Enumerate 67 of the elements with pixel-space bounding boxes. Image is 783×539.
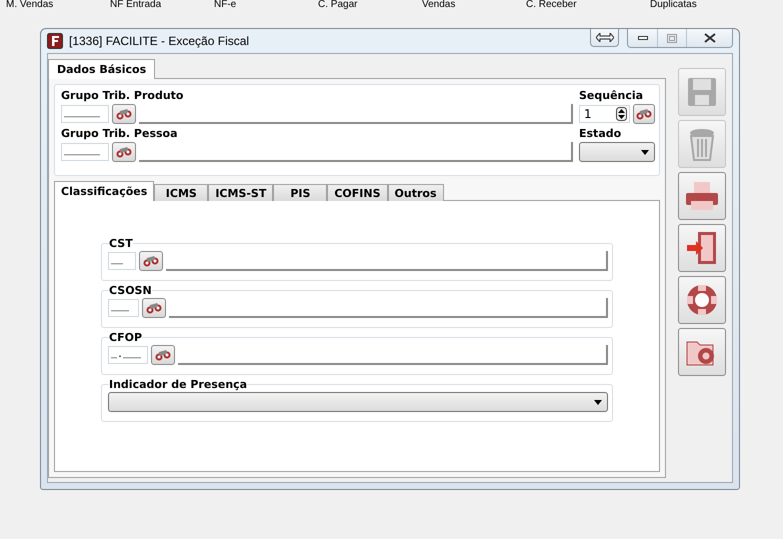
minimize-button[interactable] [628,29,657,47]
tab[interactable]: Outros [388,184,444,201]
door-exit-icon [686,231,718,265]
group-label: CFOP [109,331,142,344]
binoculars-icon [116,108,132,120]
window-title: [1336] FACILITE - Exceção Fiscal [69,34,250,48]
settings-button[interactable] [678,328,726,376]
menu-item[interactable]: Duplicatas [650,0,754,10]
description-field[interactable] [139,142,573,162]
printer-icon [685,181,719,211]
search-button[interactable] [112,104,136,124]
description-field[interactable] [178,345,608,365]
print-button[interactable] [678,172,726,220]
dropdown-arrow-icon [594,400,602,404]
code-field[interactable]: ______ [61,143,109,161]
close-button[interactable] [686,29,732,47]
binoculars-icon [155,349,171,361]
group-label: CSOSN [109,284,152,297]
menu-item[interactable]: C. Pagar [318,0,422,10]
menu-item[interactable]: NF Entrada [110,0,214,10]
tab[interactable]: COFINS [327,184,388,201]
code-field[interactable]: ___ [108,299,139,317]
menu-item[interactable]: C. Receber [526,0,630,10]
search-button[interactable] [139,251,163,271]
group-label: Indicador de Presença [109,378,248,391]
trash-can-icon [689,127,715,161]
search-button[interactable] [633,104,655,124]
code-field[interactable]: _.___ [108,346,148,364]
tab[interactable]: Dados Básicos [48,59,156,79]
spinner-arrows-icon [616,107,628,121]
exit-button[interactable] [678,224,726,272]
app-logo-icon [47,33,63,49]
spin-field[interactable]: 1 [579,105,630,123]
description-field[interactable] [166,251,608,271]
dropdown-arrow-icon [641,150,649,154]
field-label: Estado [579,127,622,141]
field-label: Grupo Trib. Produto [61,89,184,103]
binoculars-icon [116,146,132,158]
search-button[interactable] [151,345,175,365]
description-field[interactable] [139,104,573,124]
menu-item[interactable]: M. Vendas [6,0,110,10]
minimize-icon [638,36,648,40]
field-label: Grupo Trib. Pessoa [61,127,179,141]
search-button[interactable] [142,298,166,318]
group-label: CST [109,237,133,250]
double-arrow-icon [596,33,614,42]
field-label: Sequência [579,89,644,103]
life-ring-icon [685,283,719,317]
binoculars-icon [143,255,159,267]
search-button[interactable] [112,142,136,162]
binoculars-icon [146,302,162,314]
help-button[interactable] [678,276,726,324]
dropdown[interactable] [108,392,608,412]
tab[interactable]: PIS [273,184,328,201]
tab[interactable]: ICMS-ST [208,184,274,201]
state-dropdown[interactable] [579,142,655,162]
menu-item[interactable]: NF-e [214,0,318,10]
description-field[interactable] [169,298,608,318]
tab[interactable]: Classificações [54,181,154,201]
code-field[interactable]: __ [108,252,136,270]
resize-button[interactable] [590,29,619,47]
maximize-icon [667,34,677,42]
tab[interactable]: ICMS [154,184,208,201]
code-field[interactable]: ______ [61,105,109,123]
binoculars-icon [636,108,652,120]
menu-item[interactable]: Vendas [422,0,526,10]
close-icon [704,33,716,43]
